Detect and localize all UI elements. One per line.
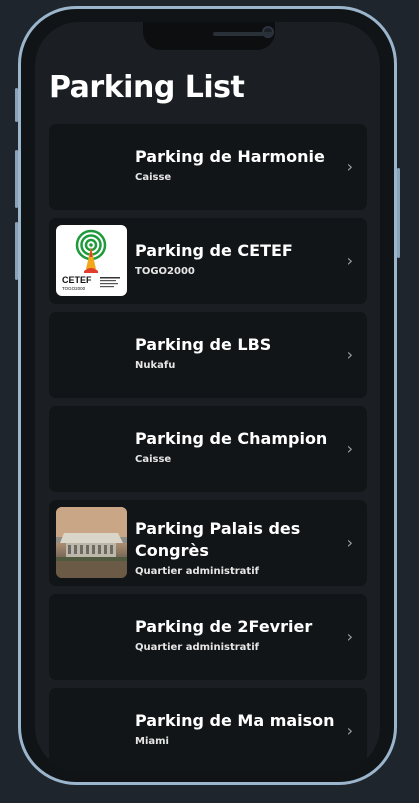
notch: [143, 22, 275, 50]
side-button: [15, 150, 18, 208]
chevron-right-icon: ›: [346, 627, 353, 646]
chevron-right-icon: ›: [346, 439, 353, 458]
parking-card[interactable]: Parking de 2Fevrier Quartier administrat…: [49, 594, 367, 680]
parking-name: Parking de Harmonie: [135, 147, 325, 166]
svg-text:TOGO2000: TOGO2000: [62, 286, 86, 291]
parking-name: Parking de 2Fevrier: [135, 617, 313, 636]
parking-card[interactable]: Parking de Harmonie Caisse ›: [49, 124, 367, 210]
parking-name: Parking de CETEF: [135, 241, 293, 260]
parking-thumbnail: [56, 601, 127, 672]
parking-subtitle: Caisse: [135, 454, 172, 465]
parking-card[interactable]: Parking de LBS Nukafu ›: [49, 312, 367, 398]
side-button: [397, 168, 400, 258]
chevron-right-icon: ›: [346, 251, 353, 270]
chevron-right-icon: ›: [346, 533, 353, 552]
side-button: [15, 88, 18, 122]
speaker: [213, 32, 273, 36]
phone-screen: Parking List Parking de Harmonie Caisse …: [35, 22, 380, 771]
parking-subtitle: Nukafu: [135, 360, 176, 371]
parking-card[interactable]: Parking de Champion Caisse ›: [49, 406, 367, 492]
parking-subtitle: TOGO2000: [135, 266, 195, 277]
parking-subtitle: Quartier administratif: [135, 566, 259, 577]
parking-name: Parking de Ma maison: [135, 711, 335, 730]
svg-text:CETEF: CETEF: [62, 275, 92, 285]
parking-thumbnail: [56, 413, 127, 484]
parking-thumbnail: [56, 131, 127, 202]
parking-name: Parking de LBS: [135, 335, 272, 354]
parking-card[interactable]: Parking de Ma maison Miami ›: [49, 688, 367, 771]
parking-subtitle: Quartier administratif: [135, 642, 259, 653]
parking-thumbnail: [56, 695, 127, 766]
palais-photo: [56, 507, 127, 578]
parking-subtitle: Miami: [135, 736, 169, 747]
parking-subtitle: Caisse: [135, 172, 172, 183]
page-title: Parking List: [49, 70, 245, 105]
chevron-right-icon: ›: [346, 157, 353, 176]
parking-card[interactable]: Parking Palais des Congrès Quartier admi…: [49, 500, 367, 586]
parking-name: Parking Palais des Congrès: [135, 519, 301, 560]
chevron-right-icon: ›: [346, 345, 353, 364]
side-button: [15, 222, 18, 280]
cetef-logo: CETEF TOGO2000: [56, 225, 127, 296]
parking-list: Parking de Harmonie Caisse › CETEF TOGO2…: [49, 124, 367, 771]
parking-name: Parking de Champion: [135, 429, 328, 448]
parking-thumbnail: [56, 319, 127, 390]
parking-card[interactable]: CETEF TOGO2000 Parking de CETEF TOGO2000…: [49, 218, 367, 304]
chevron-right-icon: ›: [346, 721, 353, 740]
